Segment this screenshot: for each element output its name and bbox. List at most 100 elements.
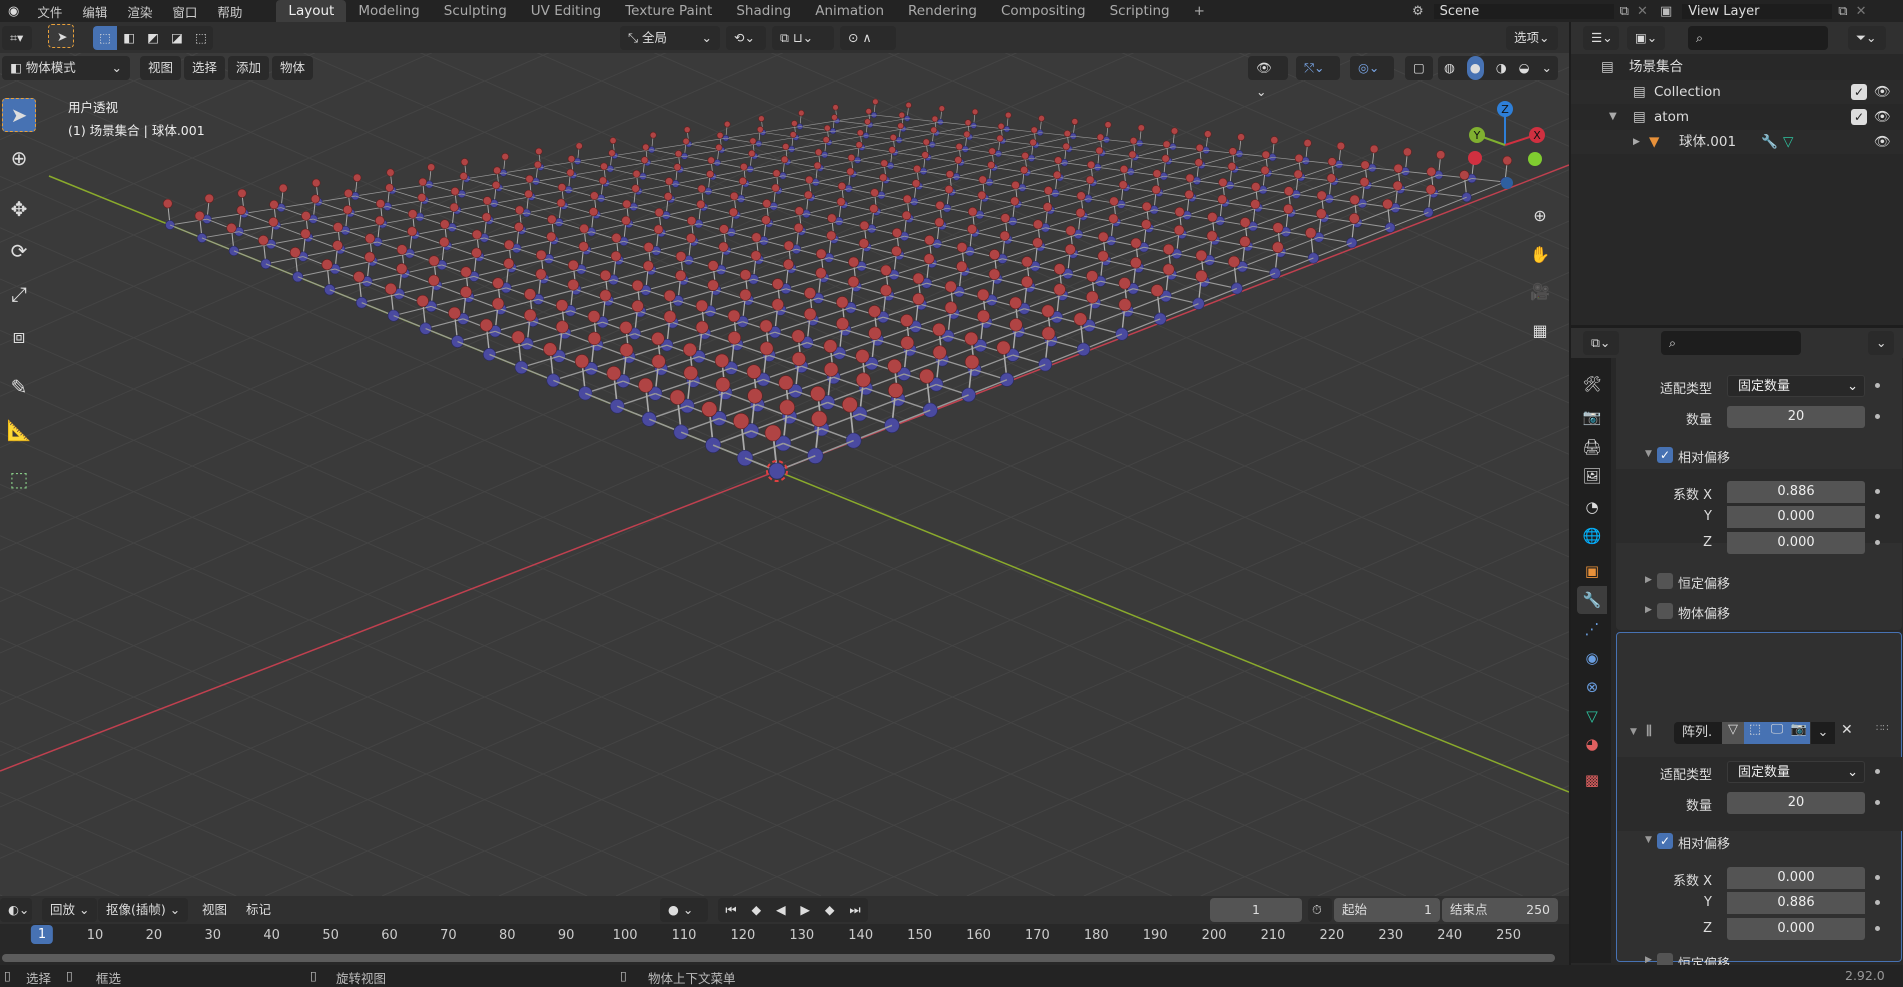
exclude-checkbox[interactable]: ✓ bbox=[1851, 109, 1867, 125]
xray-toggle[interactable]: ▢ bbox=[1405, 56, 1433, 80]
filter-view-layer-dropdown[interactable]: ▣⌄ bbox=[1627, 26, 1665, 50]
tab-sculpting[interactable]: Sculpting bbox=[432, 0, 519, 22]
frame-number[interactable]: 230 bbox=[1378, 928, 1403, 943]
delete-view-layer-icon[interactable]: ✕ bbox=[1856, 4, 1867, 19]
menu-marker[interactable]: 标记 bbox=[238, 898, 279, 922]
camera-view-icon[interactable]: 🎥 bbox=[1526, 277, 1554, 305]
factor-x-field[interactable]: 0.886 bbox=[1727, 481, 1865, 503]
view-layer-selector[interactable]: ▣ View Layer ⧉ ✕ bbox=[1660, 0, 1867, 22]
rotate-tool-icon[interactable]: ⟳ bbox=[2, 234, 36, 268]
tool-tab-icon[interactable]: 🛠 bbox=[1577, 370, 1607, 398]
frame-number[interactable]: 210 bbox=[1261, 928, 1286, 943]
visibility-dropdown[interactable]: 👁⌄ bbox=[1248, 56, 1288, 99]
pivot-point-dropdown[interactable]: ⟲⌄ bbox=[726, 26, 766, 50]
menu-select[interactable]: 选择 bbox=[184, 56, 226, 80]
frame-number[interactable]: 110 bbox=[672, 928, 697, 943]
outliner-row-sphere[interactable]: ▶ ▼ 球体.001 🔧 ▽ 👁 bbox=[1571, 130, 1903, 154]
frame-number[interactable]: 150 bbox=[907, 928, 932, 943]
frame-number[interactable]: 90 bbox=[558, 928, 575, 943]
play-reverse-icon[interactable]: ◀ bbox=[776, 898, 786, 922]
tab-shading[interactable]: Shading bbox=[724, 0, 803, 22]
constraints-tab-icon[interactable]: ⊗ bbox=[1577, 673, 1607, 701]
frame-number[interactable]: 160 bbox=[966, 928, 991, 943]
checkbox[interactable] bbox=[1657, 603, 1673, 619]
frame-number[interactable]: 180 bbox=[1084, 928, 1109, 943]
exclude-checkbox[interactable]: ✓ bbox=[1851, 84, 1867, 100]
frame-number[interactable]: 40 bbox=[263, 928, 280, 943]
menu-add[interactable]: 添加 bbox=[228, 56, 270, 80]
mode-dropdown[interactable]: ◧ 物体模式 ⌄ bbox=[2, 56, 130, 80]
factor-x-field[interactable]: 0.000 bbox=[1727, 867, 1865, 889]
frame-number[interactable]: 140 bbox=[848, 928, 873, 943]
keyframe-dot[interactable] bbox=[1875, 800, 1880, 805]
gizmo-neg-x-handle[interactable] bbox=[1468, 151, 1482, 165]
end-frame-field[interactable]: 结束点 250 bbox=[1442, 898, 1558, 922]
particles-tab-icon[interactable]: ⋰ bbox=[1577, 615, 1607, 643]
frame-number[interactable]: 170 bbox=[1025, 928, 1050, 943]
factor-z-field[interactable]: 0.000 bbox=[1727, 918, 1865, 940]
frame-number[interactable]: 120 bbox=[730, 928, 755, 943]
eye-icon[interactable]: 👁 bbox=[1874, 80, 1891, 104]
timeline-scrollbar[interactable] bbox=[2, 954, 1555, 962]
gizmo-neg-z-handle[interactable] bbox=[1501, 177, 1513, 189]
fit-type-dropdown[interactable]: 固定数量 ⌄ bbox=[1727, 761, 1865, 783]
menu-window[interactable]: 窗口 bbox=[162, 2, 207, 21]
snapping-toggle[interactable]: ⧉ ⊔⌄ bbox=[772, 26, 834, 50]
add-workspace-button[interactable]: + bbox=[1182, 0, 1217, 22]
menu-file[interactable]: 文件 bbox=[27, 2, 72, 21]
perspective-grid-icon[interactable]: ▦ bbox=[1526, 316, 1554, 344]
proportional-editing-toggle[interactable]: ⊙ ∧ bbox=[840, 26, 896, 50]
modifier-tab-icon[interactable]: 🔧 bbox=[1577, 586, 1607, 614]
select-subtract-icon[interactable]: ◩ bbox=[141, 26, 165, 50]
remove-modifier-close-icon[interactable]: ✕ bbox=[1841, 722, 1853, 738]
jump-start-icon[interactable]: ⏮ bbox=[725, 898, 736, 922]
scene-tab-icon[interactable]: ◔ bbox=[1577, 493, 1607, 521]
solid-shading-icon[interactable]: ● bbox=[1466, 56, 1484, 80]
fit-type-dropdown[interactable]: 固定数量 ⌄ bbox=[1727, 375, 1865, 397]
frame-number[interactable]: 70 bbox=[440, 928, 457, 943]
menu-view[interactable]: 视图 bbox=[194, 898, 235, 922]
gizmo-toggle[interactable]: ⤲⌄ bbox=[1296, 56, 1340, 80]
checkbox[interactable] bbox=[1657, 573, 1673, 589]
options-dropdown[interactable]: 选项⌄ bbox=[1506, 26, 1558, 50]
render-tab-icon[interactable]: 📷 bbox=[1577, 403, 1607, 431]
display-mode-dropdown[interactable]: ☰⌄ bbox=[1583, 26, 1619, 50]
keyframe-dot[interactable] bbox=[1875, 900, 1880, 905]
menu-help[interactable]: 帮助 bbox=[207, 2, 252, 21]
add-cube-tool-icon[interactable]: ⬚ bbox=[2, 462, 36, 496]
tab-modeling[interactable]: Modeling bbox=[346, 0, 431, 22]
viewport-display-icon[interactable]: 🖵 bbox=[1766, 722, 1788, 744]
frame-number[interactable]: 30 bbox=[205, 928, 222, 943]
outliner-row-scene-collection[interactable]: ▤ 场景集合 bbox=[1571, 55, 1903, 79]
keyframe-dot[interactable] bbox=[1875, 875, 1880, 880]
keyframe-dot[interactable] bbox=[1875, 514, 1880, 519]
scene-selector[interactable]: ⚙ Scene ⧉ ✕ bbox=[1412, 0, 1648, 22]
jump-end-icon[interactable]: ⏭ bbox=[849, 898, 860, 922]
frame-number[interactable]: 20 bbox=[146, 928, 163, 943]
outliner-row-collection[interactable]: ▤ Collection ✓ 👁 bbox=[1571, 80, 1903, 104]
render-camera-icon[interactable]: 📷 bbox=[1788, 722, 1810, 744]
keyframe-dot[interactable] bbox=[1875, 383, 1880, 388]
texture-tab-icon[interactable]: ▩ bbox=[1577, 766, 1607, 794]
frame-number[interactable]: 220 bbox=[1319, 928, 1344, 943]
annotate-tool-icon[interactable]: ✎ bbox=[2, 370, 36, 404]
move-tool-icon[interactable]: ✥ bbox=[2, 192, 36, 226]
delete-scene-icon[interactable]: ✕ bbox=[1637, 4, 1648, 19]
expand-triangle-icon[interactable]: ▶ bbox=[1645, 575, 1652, 585]
zoom-icon[interactable]: ⊕ bbox=[1526, 201, 1554, 229]
tab-uv-editing[interactable]: UV Editing bbox=[519, 0, 613, 22]
wireframe-shading-icon[interactable]: ◍ bbox=[1444, 56, 1455, 80]
auto-keying-toggle[interactable]: ● ⌄ bbox=[660, 898, 708, 922]
edit-cage-icon[interactable]: ▽ bbox=[1722, 722, 1744, 744]
scale-tool-icon[interactable]: ⤢ bbox=[2, 277, 36, 311]
modifier-wrench-icon[interactable]: 🔧 bbox=[1761, 130, 1778, 154]
pan-hand-icon[interactable]: ✋ bbox=[1526, 240, 1554, 268]
world-tab-icon[interactable]: 🌐 bbox=[1577, 522, 1607, 550]
measure-tool-icon[interactable]: 📐 bbox=[2, 413, 36, 447]
material-tab-icon[interactable]: ◕ bbox=[1577, 730, 1607, 758]
select-new-icon[interactable]: ⬚ bbox=[93, 26, 117, 50]
new-scene-icon[interactable]: ⧉ bbox=[1620, 4, 1629, 19]
frame-number[interactable]: 10 bbox=[87, 928, 104, 943]
blender-logo-icon[interactable]: ◉ bbox=[0, 4, 27, 19]
edit-mode-icon[interactable]: ⬚ bbox=[1744, 722, 1766, 744]
